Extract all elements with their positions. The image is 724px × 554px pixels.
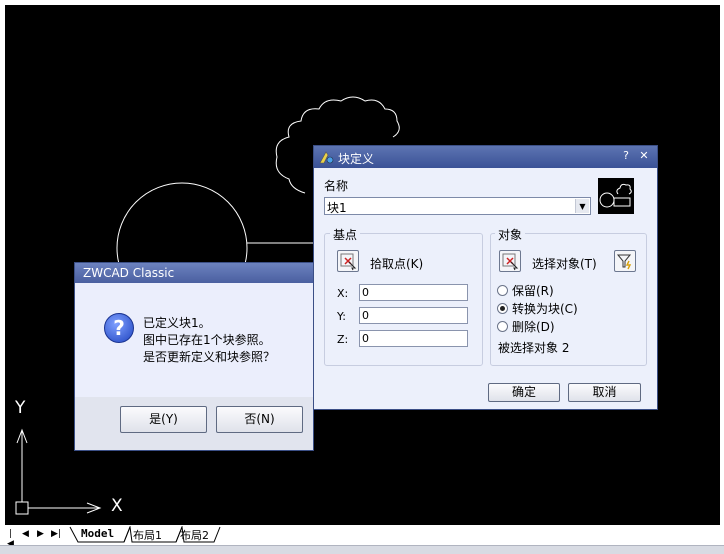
message-line-1: 已定义块1。 [143, 316, 211, 330]
convert-to-block-radio[interactable] [497, 303, 508, 314]
first-tab-icon[interactable]: |◀ [6, 529, 15, 549]
tab-layout2[interactable]: 布局2 [180, 527, 209, 543]
message-line-3: 是否更新定义和块参照？ [143, 350, 276, 364]
select-cursor-icon [502, 253, 519, 271]
selected-count-text: 被选择对象 2 [498, 341, 570, 355]
dialog-title: 块定义 [338, 152, 375, 166]
z-field[interactable]: 0 [359, 330, 468, 347]
quick-select-button[interactable] [614, 250, 636, 272]
cancel-button[interactable]: 取消 [568, 383, 641, 402]
tab-model[interactable]: Model [81, 527, 114, 540]
y-label: Y: [337, 310, 346, 323]
z-label: Z: [337, 333, 349, 346]
name-combobox[interactable]: 块1 ▼ [324, 197, 591, 215]
last-tab-icon[interactable]: ▶| [51, 529, 61, 539]
layout-tabs-bar: |◀ ◀ ▶ ▶| Model 布局1 布局2 [0, 526, 724, 549]
base-point-title: 基点 [330, 226, 361, 243]
delete-label: 删除(D) [512, 320, 555, 334]
pick-point-label: 拾取点(K) [370, 257, 424, 271]
dialog-titlebar[interactable]: 块定义 ? ✕ [314, 146, 657, 168]
y-field[interactable]: 0 [359, 307, 468, 324]
close-button[interactable]: ✕ [637, 149, 651, 163]
block-definition-dialog: 块定义 ? ✕ 名称 块1 ▼ 基点 拾取点(K) X: 0 Y: 0 Z: 0… [313, 145, 658, 410]
ok-button[interactable]: 确定 [488, 383, 560, 402]
select-objects-label: 选择对象(T) [532, 257, 597, 271]
message-box-title: ZWCAD Classic [83, 266, 175, 280]
select-objects-button[interactable] [499, 250, 521, 272]
next-tab-icon[interactable]: ▶ [36, 529, 45, 539]
message-box-titlebar[interactable]: ZWCAD Classic [75, 263, 313, 283]
ucs-x-label: X [111, 496, 123, 516]
objects-title: 对象 [495, 226, 526, 243]
x-field[interactable]: 0 [359, 284, 468, 301]
filter-icon [616, 254, 632, 270]
retain-label: 保留(R) [512, 284, 554, 298]
chevron-down-icon[interactable]: ▼ [575, 199, 589, 213]
yes-button[interactable]: 是(Y) [120, 406, 207, 433]
x-label: X: [337, 287, 349, 300]
message-box-footer: 是(Y) 否(N) [75, 397, 313, 450]
ucs-y-label: Y [15, 398, 26, 418]
message-box: ZWCAD Classic ? 已定义块1。 图中已存在1个块参照。 是否更新定… [74, 262, 314, 451]
name-value: 块1 [327, 201, 347, 215]
convert-to-block-label: 转换为块(C) [512, 302, 578, 316]
delete-radio[interactable] [497, 321, 508, 332]
prev-tab-icon[interactable]: ◀ [21, 529, 30, 539]
retain-radio[interactable] [497, 285, 508, 296]
help-button[interactable]: ? [619, 149, 633, 163]
message-line-2: 图中已存在1个块参照。 [143, 333, 271, 347]
block-app-icon [319, 151, 334, 164]
no-button[interactable]: 否(N) [216, 406, 303, 433]
block-preview [598, 178, 634, 214]
question-icon: ? [104, 313, 134, 343]
pick-cursor-icon [340, 253, 357, 271]
block-preview-icon [599, 183, 632, 208]
tab-layout1[interactable]: 布局1 [133, 527, 162, 543]
name-label: 名称 [324, 179, 349, 193]
pick-point-button[interactable] [337, 250, 359, 272]
